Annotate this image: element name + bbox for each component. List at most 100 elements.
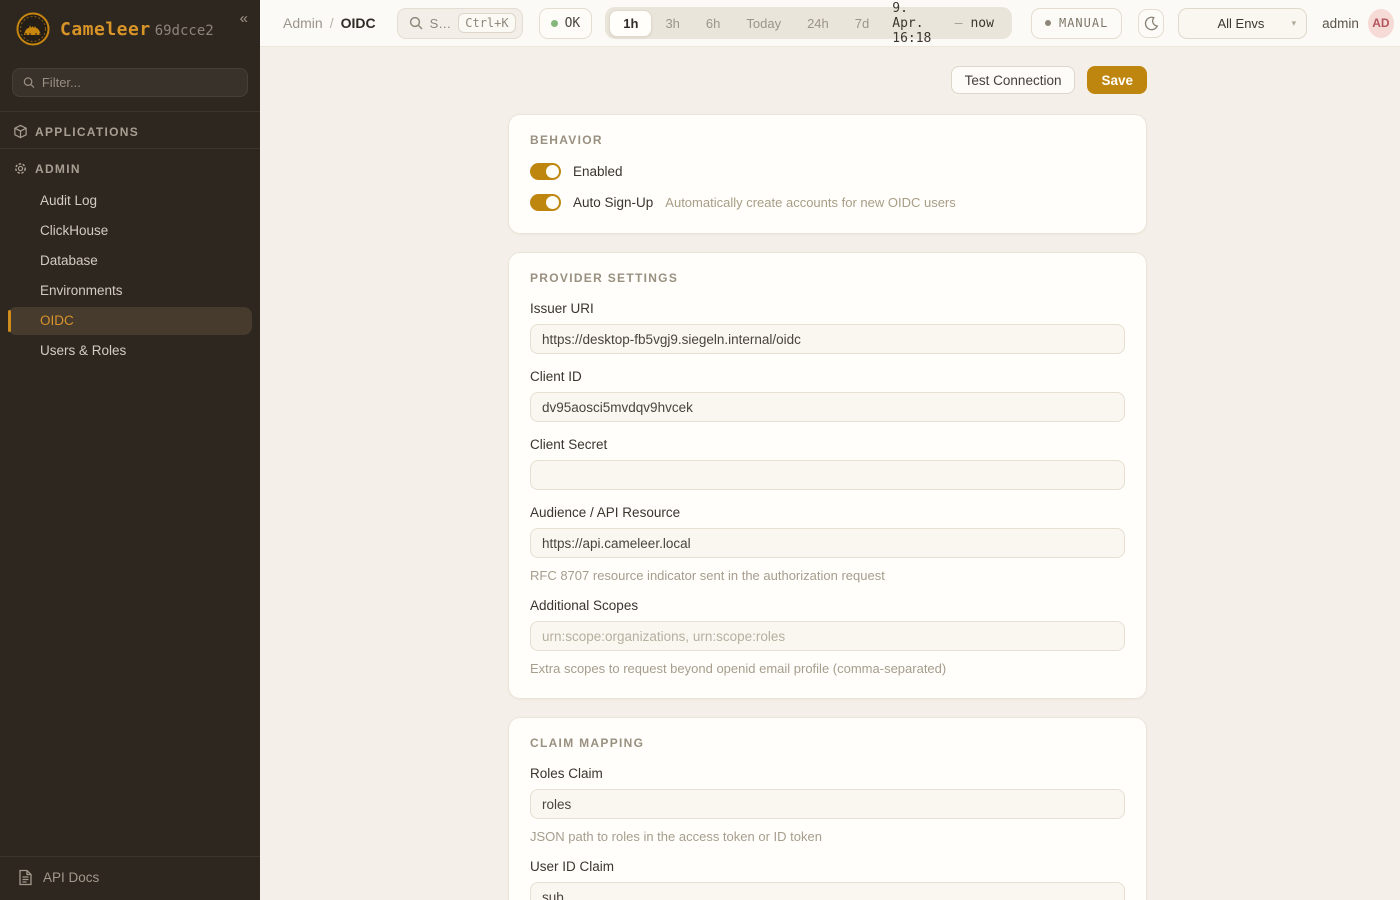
behavior-card: BEHAVIOR Enabled Auto Sign-Up Automatica…	[508, 114, 1147, 234]
sidebar-header: Cameleer69dcce2	[0, 0, 260, 60]
breadcrumb-page: OIDC	[341, 15, 376, 31]
sidebar-item-environments[interactable]: Environments	[8, 277, 252, 305]
enabled-toggle-label: Enabled	[573, 164, 623, 179]
save-button[interactable]: Save	[1087, 66, 1147, 94]
app-title: Cameleer69dcce2	[60, 19, 214, 40]
client-secret-field: Client Secret	[530, 437, 1125, 490]
time-separator: –	[955, 16, 963, 31]
audience-helper: RFC 8707 resource indicator sent in the …	[530, 568, 1125, 583]
user-name: admin	[1322, 16, 1359, 31]
additional-scopes-field: Additional Scopes Extra scopes to reques…	[530, 598, 1125, 676]
sidebar-item-database[interactable]: Database	[8, 247, 252, 275]
section-label: APPLICATIONS	[35, 125, 139, 139]
theme-toggle-button[interactable]	[1138, 9, 1164, 38]
environment-value: All Envs	[1217, 16, 1264, 31]
client-secret-label: Client Secret	[530, 437, 1125, 452]
document-icon	[18, 869, 33, 886]
roles-claim-field: Roles Claim JSON path to roles in the ac…	[530, 766, 1125, 844]
issuer-uri-input[interactable]	[530, 324, 1125, 354]
claims-card-title: CLAIM MAPPING	[530, 736, 1125, 750]
audience-input[interactable]	[530, 528, 1125, 558]
avatar[interactable]: AD	[1368, 9, 1394, 38]
box-icon	[13, 124, 28, 139]
sidebar-item-oidc[interactable]: OIDC	[8, 307, 252, 335]
user-id-claim-label: User ID Claim	[530, 859, 1125, 874]
sidebar-item-users-roles[interactable]: Users & Roles	[8, 337, 252, 365]
sidebar-collapse-icon[interactable]: «	[240, 10, 248, 27]
status-badge[interactable]: OK	[539, 8, 593, 39]
search-icon	[23, 76, 35, 89]
time-range-7d[interactable]: 7d	[842, 11, 882, 36]
status-ok-dot	[551, 20, 558, 27]
additional-scopes-input[interactable]	[530, 621, 1125, 651]
auto-signup-toggle-label: Auto Sign-Up	[573, 195, 653, 210]
sidebar-section-admin[interactable]: ADMIN	[0, 149, 260, 185]
roles-claim-helper: JSON path to roles in the access token o…	[530, 829, 1125, 844]
client-id-field: Client ID	[530, 369, 1125, 422]
app-version: 69dcce2	[155, 23, 214, 39]
refresh-mode-button[interactable]: MANUAL	[1031, 8, 1122, 39]
provider-card-title: PROVIDER SETTINGS	[530, 271, 1125, 285]
time-range-display[interactable]: 9. Apr. 16:18 – now	[882, 1, 1008, 46]
enabled-toggle-row: Enabled	[530, 163, 1125, 180]
roles-claim-input[interactable]	[530, 789, 1125, 819]
section-label: ADMIN	[35, 162, 81, 176]
sidebar-admin-items: Audit Log ClickHouse Database Environmen…	[0, 185, 260, 373]
breadcrumb: Admin / OIDC	[283, 15, 376, 31]
sidebar-item-audit-log[interactable]: Audit Log	[8, 187, 252, 215]
audience-field: Audience / API Resource RFC 8707 resourc…	[530, 505, 1125, 583]
sidebar-section-applications[interactable]: APPLICATIONS	[0, 112, 260, 148]
additional-scopes-helper: Extra scopes to request beyond openid em…	[530, 661, 1125, 676]
gear-icon	[13, 161, 28, 176]
enabled-toggle[interactable]	[530, 163, 561, 180]
time-range-today[interactable]: Today	[733, 11, 794, 36]
api-docs-label: API Docs	[43, 870, 99, 885]
audience-label: Audience / API Resource	[530, 505, 1125, 520]
chevron-down-icon: ▾	[1292, 18, 1297, 29]
time-range-6h[interactable]: 6h	[693, 11, 733, 36]
cameleer-logo-icon	[16, 12, 50, 46]
client-secret-input[interactable]	[530, 460, 1125, 490]
global-search-button[interactable]: S… Ctrl+K	[397, 8, 523, 39]
status-label: OK	[565, 16, 581, 31]
time-range-3h[interactable]: 3h	[652, 11, 692, 36]
time-range-selector: 1h 3h 6h Today 24h 7d 9. Apr. 16:18 – no…	[605, 7, 1012, 39]
filter-input[interactable]	[42, 75, 237, 90]
time-range-1h[interactable]: 1h	[609, 10, 652, 37]
client-id-label: Client ID	[530, 369, 1125, 384]
refresh-mode-label: MANUAL	[1059, 16, 1108, 30]
sidebar-item-clickhouse[interactable]: ClickHouse	[8, 217, 252, 245]
breadcrumb-section[interactable]: Admin	[283, 15, 323, 31]
claim-mapping-card: CLAIM MAPPING Roles Claim JSON path to r…	[508, 717, 1147, 900]
search-placeholder-text: S…	[430, 16, 452, 31]
auto-signup-toggle[interactable]	[530, 194, 561, 211]
main-content: Test Connection Save BEHAVIOR Enabled Au…	[260, 47, 1400, 900]
environment-selector[interactable]: All Envs ▾	[1178, 8, 1307, 39]
breadcrumb-separator: /	[330, 15, 334, 31]
user-id-claim-field: User ID Claim Claim used as the unique i…	[530, 859, 1125, 900]
user-id-claim-input[interactable]	[530, 882, 1125, 900]
search-shortcut-badge: Ctrl+K	[458, 13, 515, 33]
client-id-input[interactable]	[530, 392, 1125, 422]
test-connection-button[interactable]: Test Connection	[951, 66, 1076, 94]
topbar: Admin / OIDC S… Ctrl+K OK 1h 3h 6h Today…	[260, 0, 1400, 47]
search-icon	[409, 16, 423, 30]
auto-signup-toggle-row: Auto Sign-Up Automatically create accoun…	[530, 194, 1125, 211]
behavior-card-title: BEHAVIOR	[530, 133, 1125, 147]
issuer-uri-label: Issuer URI	[530, 301, 1125, 316]
sidebar-filter[interactable]	[12, 68, 248, 97]
page-actions: Test Connection Save	[508, 66, 1147, 94]
provider-settings-card: PROVIDER SETTINGS Issuer URI Client ID C…	[508, 252, 1147, 699]
issuer-uri-field: Issuer URI	[530, 301, 1125, 354]
api-docs-link[interactable]: API Docs	[0, 856, 260, 900]
moon-icon	[1144, 16, 1159, 31]
time-end: now	[970, 16, 993, 31]
app-name: Cameleer	[60, 19, 151, 40]
sidebar: « Cameleer69dcce2 APPLICATIONS	[0, 0, 260, 900]
roles-claim-label: Roles Claim	[530, 766, 1125, 781]
time-range-24h[interactable]: 24h	[794, 11, 842, 36]
additional-scopes-label: Additional Scopes	[530, 598, 1125, 613]
refresh-mode-dot	[1045, 20, 1051, 26]
auto-signup-helper: Automatically create accounts for new OI…	[665, 195, 955, 210]
time-start: 9. Apr. 16:18	[892, 1, 946, 46]
